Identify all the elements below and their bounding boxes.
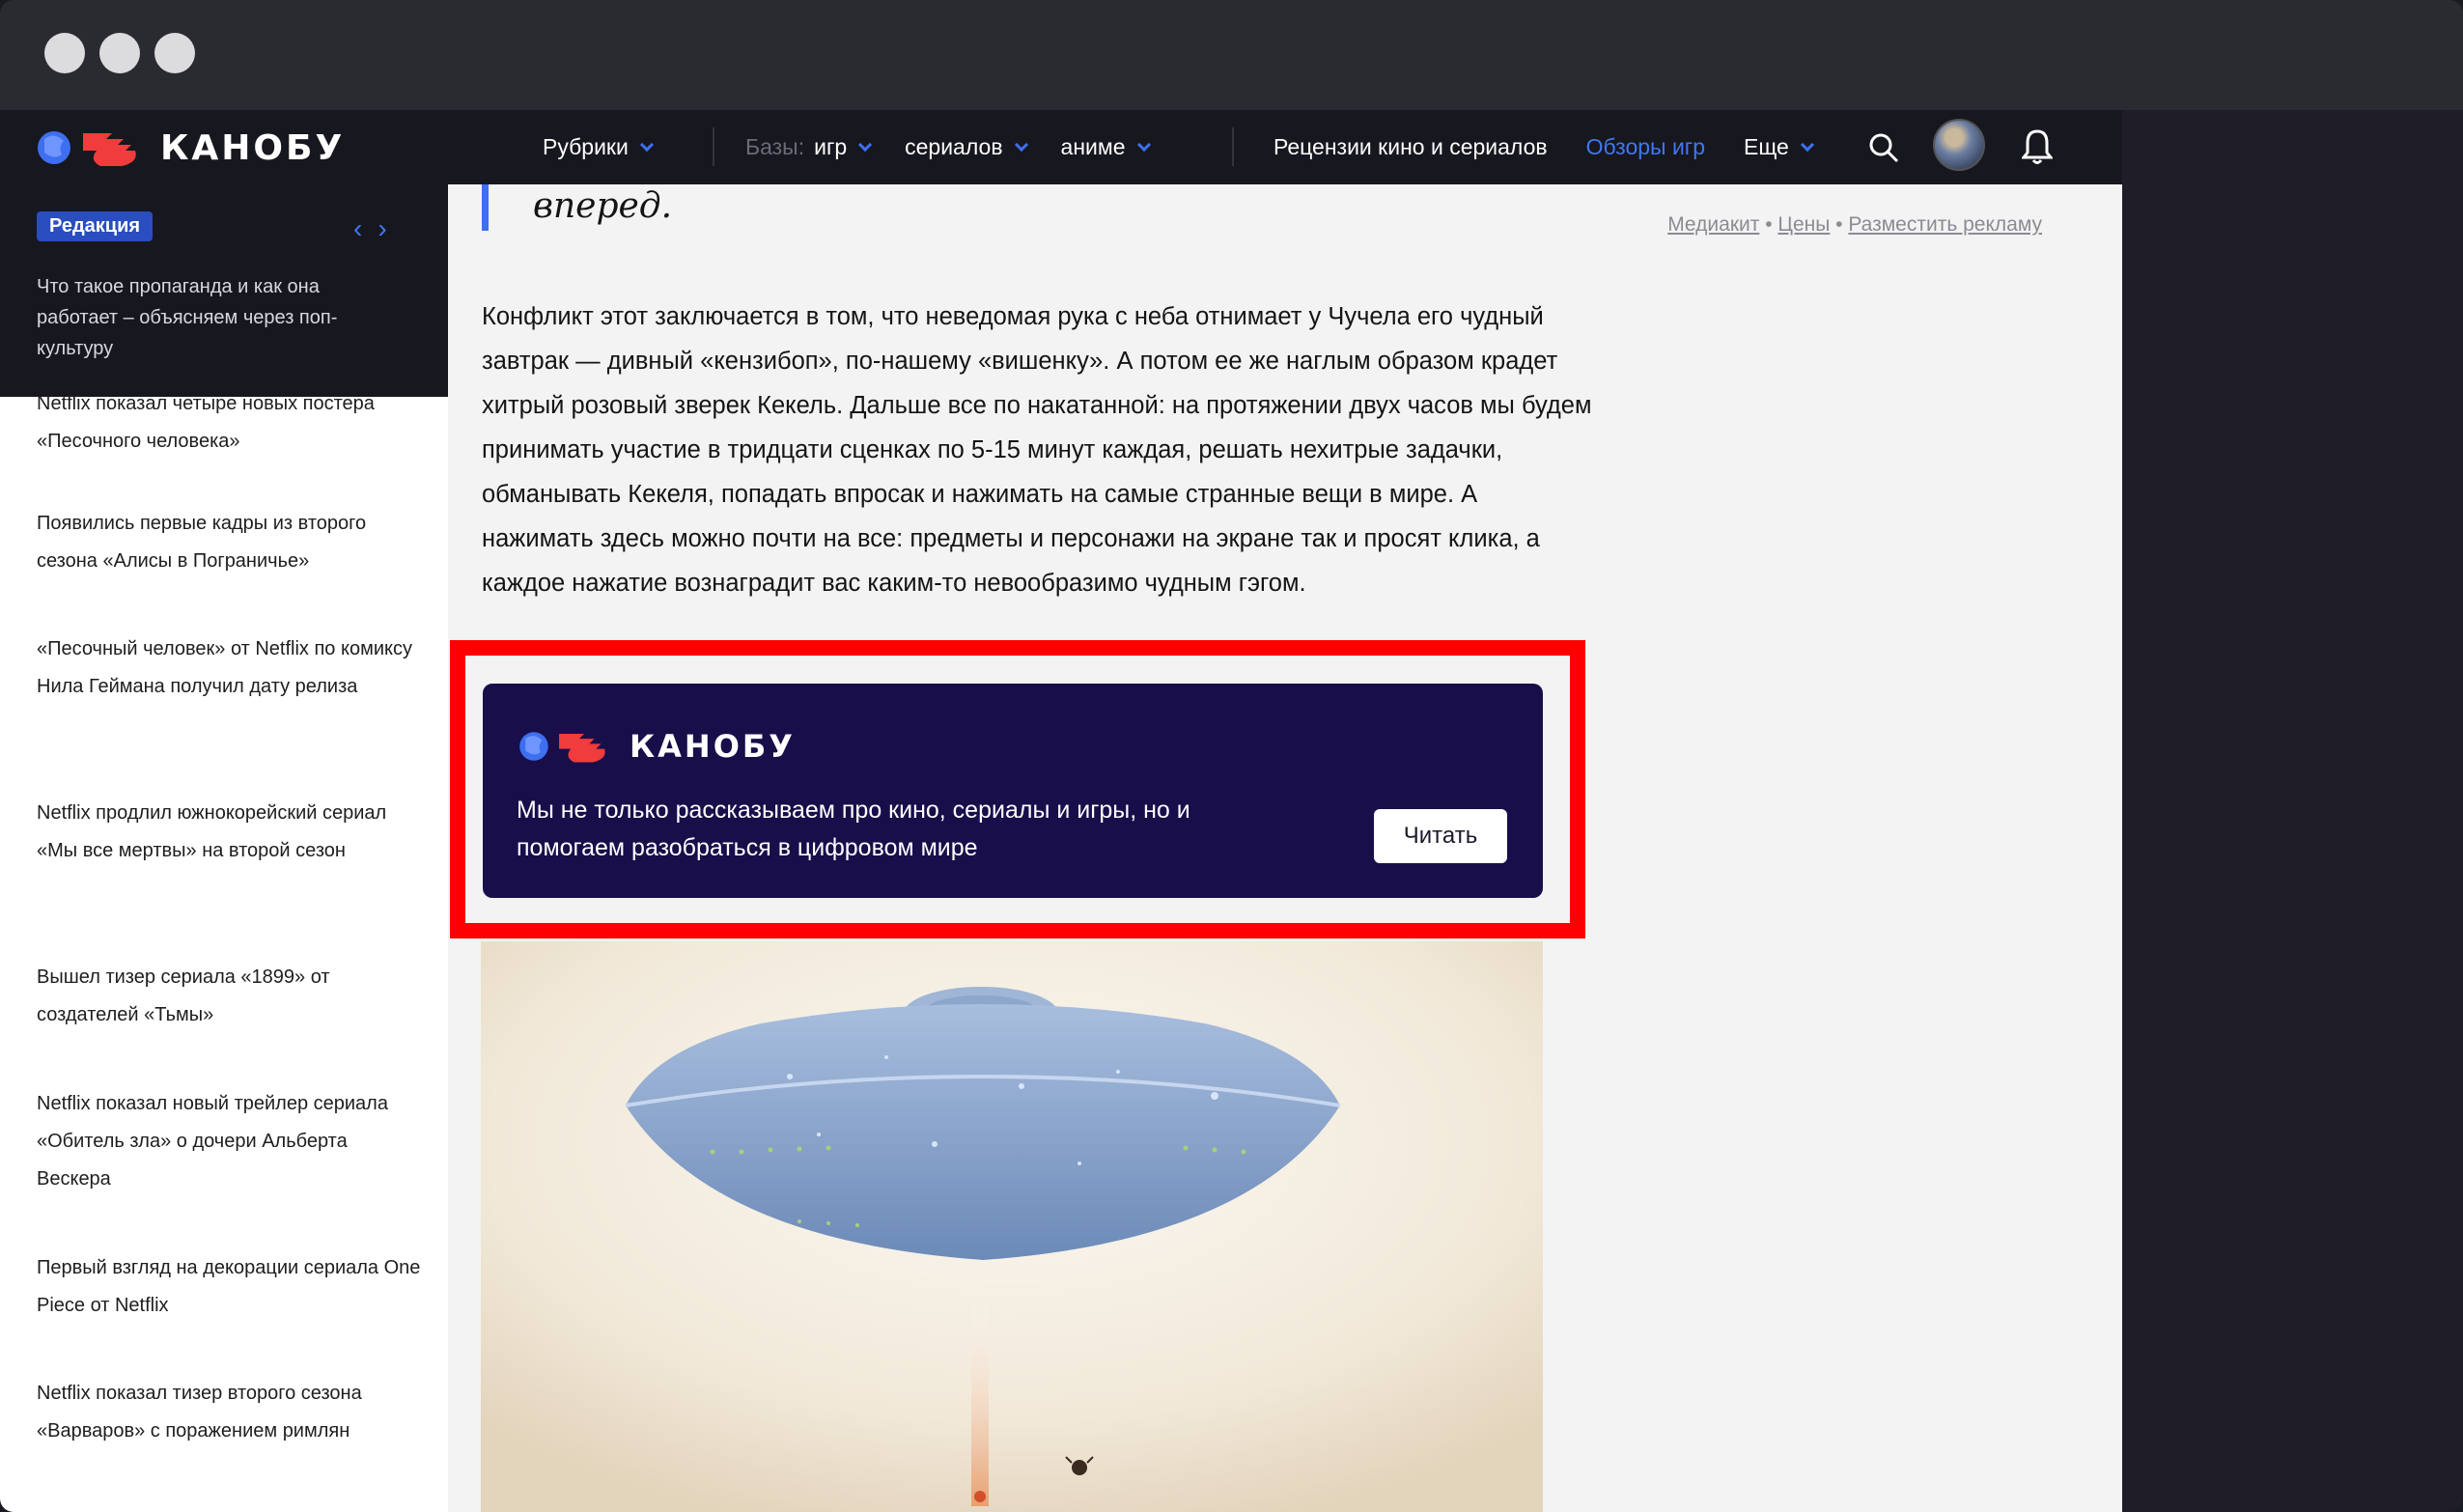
link-separator: • <box>1835 213 1843 236</box>
sidebar-featured-block: Редакция ‹› Что такое пропаганда и как о… <box>0 184 448 397</box>
news-item[interactable]: Netflix продлил южнокорейский сериал «Мы… <box>37 795 423 870</box>
chevron-down-icon <box>1800 137 1814 152</box>
news-item[interactable]: Вышел тизер сериала «1899» от создателей… <box>37 959 423 1034</box>
mediakit-link[interactable]: Медиакит <box>1667 213 1759 236</box>
chevron-left-icon[interactable]: ‹ <box>353 213 378 243</box>
news-item[interactable]: Появились первые кадры из второго сезона… <box>37 505 423 580</box>
nav-bases-anime-label: аниме <box>1060 134 1126 159</box>
article-paragraph: Конфликт этот заключается в том, что нев… <box>482 303 1592 597</box>
nav-bases-series-label: сериалов <box>905 134 1003 159</box>
nav-bases-anime[interactable]: аниме <box>1060 134 1151 160</box>
nav-rubrics-label: Рубрики <box>543 134 629 159</box>
browser-window: КАНОБУ Рубрики Базы: игр сериалов аниме <box>0 0 2463 1512</box>
window-close-button[interactable] <box>44 33 85 73</box>
nav-bases-series[interactable]: сериалов <box>905 134 1028 160</box>
logo-mark-icon <box>519 732 605 763</box>
nav-bases-prefix: Базы: <box>745 134 805 159</box>
promo-logo-text: КАНОБУ <box>630 728 796 765</box>
prices-link[interactable]: Цены <box>1777 213 1830 236</box>
nav-rubrics[interactable]: Рубрики <box>543 134 654 160</box>
nav-reviews-games-label: Обзоры игр <box>1585 134 1705 159</box>
search-icon[interactable] <box>1867 131 1900 164</box>
chevron-down-icon <box>639 137 654 152</box>
nav-bases-games[interactable]: Базы: игр <box>745 134 873 160</box>
chevron-down-icon <box>1136 137 1151 152</box>
nav-more[interactable]: Еще <box>1744 134 1814 160</box>
ufo-illustration <box>481 941 1543 1512</box>
bell-icon[interactable] <box>2022 127 2053 166</box>
window-minimize-button[interactable] <box>99 33 140 73</box>
window-maximize-button[interactable] <box>154 33 195 73</box>
kanobu-logo[interactable]: КАНОБУ <box>35 124 345 172</box>
logo-mark-icon <box>38 131 136 166</box>
news-item[interactable]: Netflix показал четыре новых постера «Пе… <box>37 385 423 461</box>
logo-text: КАНОБУ <box>160 127 346 168</box>
chevron-down-icon <box>1014 137 1028 152</box>
editorial-badge[interactable]: Редакция <box>37 211 154 241</box>
article-quote: вперед. <box>533 186 673 226</box>
nav-reviews-games[interactable]: Обзоры игр <box>1586 134 1705 160</box>
chevron-right-icon[interactable]: › <box>378 213 402 243</box>
site-header: КАНОБУ Рубрики Базы: игр сериалов аниме <box>0 110 2122 184</box>
promo-logo: КАНОБУ <box>516 722 796 770</box>
user-avatar[interactable] <box>1933 119 1985 171</box>
quote-bar <box>482 184 489 231</box>
promo-banner: КАНОБУ Мы не только рассказываем про кин… <box>483 684 1543 898</box>
page-right-margin <box>2122 110 2463 1512</box>
nav-more-label: Еще <box>1744 134 1789 159</box>
chevron-down-icon <box>858 137 873 152</box>
nav-reviews-movies-label: Рецензии кино и сериалов <box>1273 134 1548 159</box>
news-sidebar: Редакция ‹› Что такое пропаганда и как о… <box>0 184 448 1512</box>
nav-reviews-movies[interactable]: Рецензии кино и сериалов <box>1273 134 1548 160</box>
read-button[interactable]: Читать <box>1374 809 1507 863</box>
promo-text: Мы не только рассказываем про кино, сери… <box>517 797 1190 861</box>
news-item[interactable]: Netflix показал новый трейлер сериала «О… <box>37 1085 423 1198</box>
featured-article-link[interactable]: Что такое пропаганда и как она работает … <box>37 271 384 364</box>
ad-links: Медиакит • Цены • Разместить рекламу <box>1667 213 2042 237</box>
news-item[interactable]: «Песочный человек» от Netflix по комиксу… <box>37 630 423 706</box>
news-item[interactable]: Netflix показал тизер второго сезона «Ва… <box>37 1375 423 1450</box>
link-separator: • <box>1765 213 1773 236</box>
news-item[interactable]: Первый взгляд на декорации сериала One P… <box>37 1249 423 1325</box>
place-ad-link[interactable]: Разместить рекламу <box>1848 213 2042 236</box>
title-bar <box>0 0 2463 110</box>
nav-bases-games-label: игр <box>814 134 848 159</box>
